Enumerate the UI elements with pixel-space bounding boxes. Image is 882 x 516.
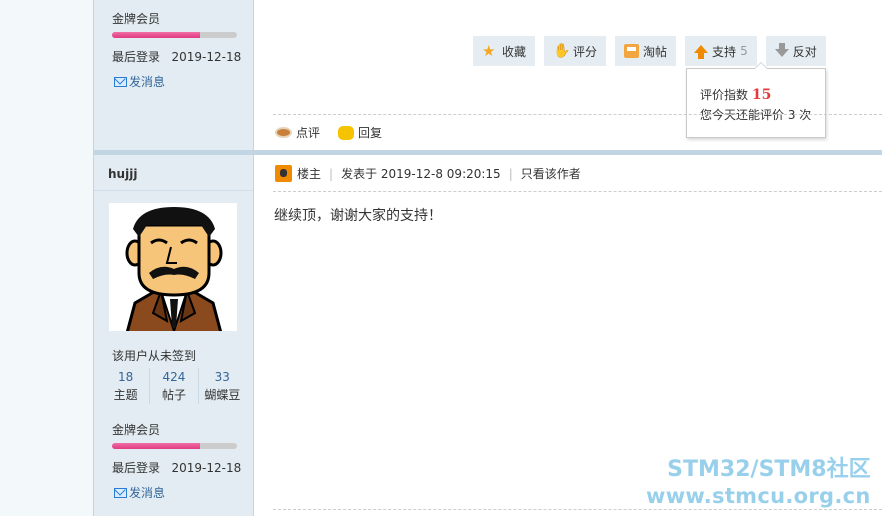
tooltip-remaining: 您今天还能评价 3 次 [700,108,812,122]
star-icon: ★ [482,42,496,60]
prev-send-message-link[interactable]: 发消息 [114,73,165,90]
tooltip-score-line: 评价指数 15 [700,85,825,105]
user-stats: 18 主题 424 帖子 33 蝴蝶豆 [102,368,246,404]
tray-icon [624,44,640,58]
up-arrow-icon [694,45,709,59]
divider [273,191,882,192]
last-login-label: 最后登录 [112,461,161,475]
send-message-label: 发消息 [129,486,166,500]
collect-label: 淘帖 [643,44,668,59]
watermark-line1: STM32/STM8社区 [667,457,871,482]
stat-posts-label: 帖子 [161,388,186,402]
divider [273,114,882,115]
favorite-button[interactable]: ★ 收藏 [473,36,536,66]
stat-threads-num: 18 [118,370,134,384]
prev-user-level-fill [112,32,200,38]
stat-beans-num: 33 [214,370,230,384]
thumb-icon: ✋ [553,43,571,59]
user-last-login: 最后登录 2019-12-18 [112,459,241,476]
user-level-bar [112,443,237,449]
pipe-divider: | [508,166,513,181]
signin-status: 该用户从未签到 [112,349,197,363]
support-count: 5 [740,44,748,58]
thread-starter-icon [275,165,292,182]
reply-bar: 点评 回复 [275,124,382,141]
comment-link[interactable]: 点评 [275,124,320,141]
last-login-date: 2019-12-18 [171,461,242,475]
prev-user-level: 金牌会员 [112,12,161,26]
post-separator [93,150,882,155]
down-arrow-icon [774,43,789,57]
user-level: 金牌会员 [112,423,161,437]
prev-last-login-date: 2019-12-18 [171,50,242,64]
watermark-line2: www.stmcu.org.cn [646,484,871,508]
support-button[interactable]: 支持 5 [685,36,757,66]
post-body: 继续顶，谢谢大家的支持！ [274,208,442,224]
stat-threads[interactable]: 18 主题 [102,368,151,404]
comment-label: 点评 [296,126,321,140]
stat-beans-label: 蝴蝶豆 [204,388,241,402]
username-link[interactable]: hujjj [108,167,137,181]
pipe-divider: | [329,166,334,181]
cartoon-avatar-image [109,203,237,331]
site-watermark: STM32/STM8社区 www.stmcu.org.cn [646,456,871,510]
speech-bubble-icon [338,125,355,140]
avatar[interactable] [108,202,238,332]
reply-label: 回复 [358,126,383,140]
rate-button[interactable]: ✋ 评分 [544,36,607,66]
prev-last-login-label: 最后登录 [112,50,161,64]
collect-button[interactable]: 淘帖 [615,36,677,66]
support-label: 支持 [712,44,737,59]
posted-at: 发表于 2019-12-8 09:20:15 [341,167,501,181]
floor-label: 楼主 [297,167,322,181]
user-level-fill [112,443,200,449]
oppose-button[interactable]: 反对 [765,36,826,66]
favorite-label: 收藏 [502,44,527,59]
send-message-link[interactable]: 发消息 [114,484,165,501]
oppose-label: 反对 [792,44,817,59]
prev-user-last-login: 最后登录 2019-12-18 [112,48,241,65]
tooltip-score: 15 [751,87,772,103]
username-divider [94,190,253,191]
tooltip-score-label: 评价指数 [700,88,749,102]
stat-posts[interactable]: 424 帖子 [150,368,199,404]
stat-threads-label: 主题 [113,388,138,402]
envelope-icon [114,76,127,87]
envelope-icon [114,487,127,498]
stat-beans[interactable]: 33 蝴蝶豆 [199,368,246,404]
rating-tooltip: 评价指数 15 您今天还能评价 3 次 [686,62,826,138]
post-info-bar: 楼主 | 发表于 2019-12-8 09:20:15 | 只看该作者 [275,165,581,182]
only-author-link[interactable]: 只看该作者 [521,165,581,182]
prev-send-message-label: 发消息 [129,75,166,89]
page-margin [0,0,93,516]
prev-user-level-bar [112,32,237,38]
post-actions: ★ 收藏 ✋ 评分 淘帖 支持 5 反对 [473,36,826,66]
rate-label: 评分 [573,44,598,59]
stat-posts-num: 424 [162,370,186,384]
coffee-cup-icon [275,127,292,138]
reply-link[interactable]: 回复 [338,124,382,141]
